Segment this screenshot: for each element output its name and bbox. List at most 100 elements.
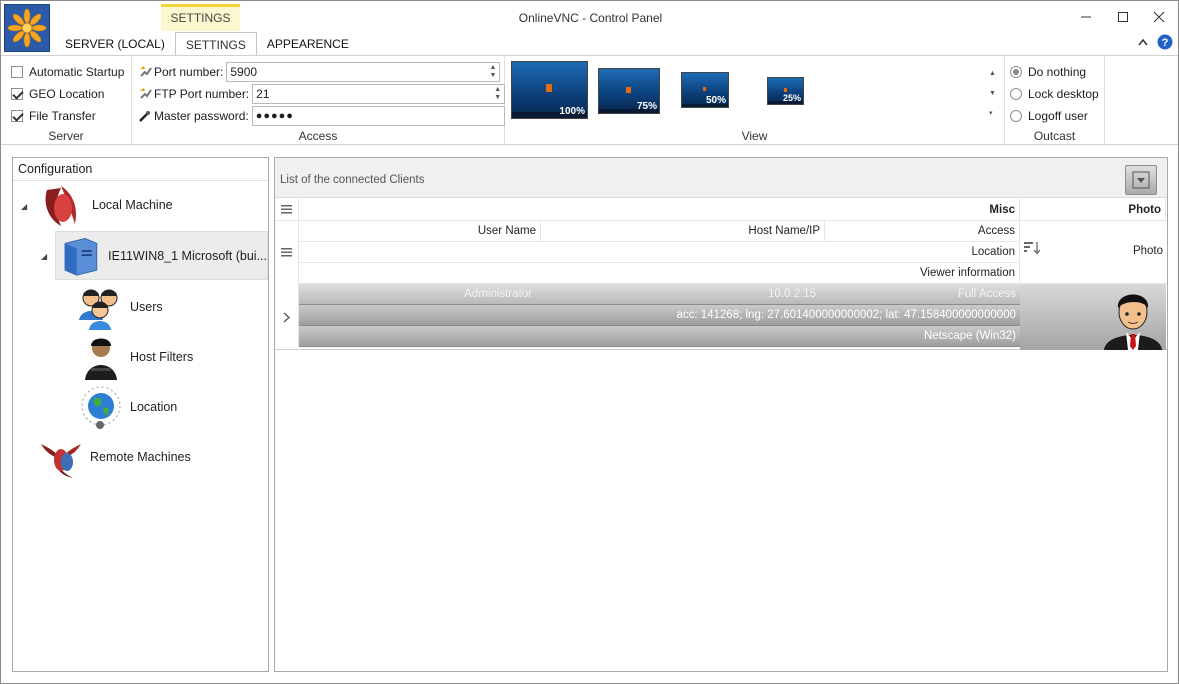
app-window: SETTINGS OnlineVNC - Control Panel ? SER… [0, 0, 1179, 684]
spin-buttons[interactable]: ▲ ▼ [489, 64, 496, 80]
customize-dropdown-button[interactable] [1125, 165, 1157, 195]
master-password-value: ●●●●● [255, 110, 294, 122]
tree-node-location[interactable]: Location [77, 384, 177, 430]
port-number-input[interactable]: 5900 ▲ ▼ [226, 62, 501, 82]
group-label: View [741, 129, 768, 143]
band-chooser-icon[interactable] [275, 199, 299, 221]
user-avatar-icon [1104, 294, 1162, 350]
ftp-port-value: 21 [256, 87, 270, 101]
clients-panel: List of the connected Clients Misc Photo… [274, 157, 1168, 672]
column-header-access[interactable]: Access [825, 221, 1020, 242]
start-orb-icon [626, 86, 631, 93]
thumbnail-label: 50% [705, 95, 726, 106]
radio-circle [1010, 110, 1022, 122]
server-group: Automatic Startup GEO Location File Tran… [1, 56, 132, 145]
tree-node-host-filters[interactable]: Host Filters [77, 334, 193, 380]
view-thumbnail-75[interactable]: 75% [598, 68, 660, 114]
group-label: Access [298, 129, 338, 143]
collapse-arrow-icon[interactable]: ◢ [21, 202, 27, 211]
tab-settings[interactable]: SETTINGS [174, 32, 257, 56]
do-nothing-radio[interactable]: Do nothing [1010, 63, 1086, 81]
tree-node-local-machine[interactable]: Local Machine [41, 182, 173, 228]
checkbox-label: GEO Location [29, 87, 105, 101]
host-filters-icon [85, 338, 117, 380]
thumbnail-label: 75% [636, 101, 657, 112]
radio-label: Logoff user [1028, 109, 1088, 123]
configuration-tree: Configuration ◢ Local Machine ◢ IE11WIN8… [12, 157, 269, 672]
tree-node-label: Remote Machines [90, 450, 191, 464]
automatic-startup-checkbox[interactable]: Automatic Startup [11, 63, 124, 81]
tab-appearence[interactable]: APPEARENCE [257, 32, 359, 56]
view-thumbnail-25[interactable]: 25% [767, 77, 804, 105]
globe-icon [81, 386, 121, 429]
band-misc-header[interactable]: Misc [299, 199, 1020, 221]
tree-node-label: IE11WIN8_1 Microsoft (bui... [108, 248, 267, 263]
spin-buttons[interactable]: ▲ ▼ [494, 86, 501, 102]
tree-node-label: Host Filters [130, 350, 194, 364]
cell-user-name: Administrator [464, 288, 532, 300]
band-photo-header[interactable]: Photo [1020, 199, 1166, 221]
cell-viewer: Netscape (Win32) [299, 326, 1020, 347]
maximize-button[interactable] [1105, 3, 1141, 31]
table-row[interactable]: Administrator 10.0.2.15 Full Access acc:… [275, 284, 1167, 350]
access-group: Port number: 5900 ▲ ▼ FTP Port number: 21… [132, 56, 506, 145]
column-header-photo-area[interactable]: Photo [1020, 221, 1167, 284]
tree-node-label: Users [130, 300, 163, 314]
checkbox-box [11, 66, 23, 78]
master-password-field: Master password: ●●●●● [138, 106, 505, 126]
cell-host: 10.0.2.15 [768, 288, 816, 300]
radio-label: Do nothing [1028, 65, 1087, 79]
master-password-input[interactable]: ●●●●● [251, 106, 505, 126]
cell-access: Full Access [957, 288, 1016, 300]
checkbox-box [11, 88, 23, 100]
view-thumbnail-50[interactable]: 50% [681, 72, 729, 108]
tree-node-computer[interactable]: IE11WIN8_1 Microsoft (bui... [55, 231, 268, 280]
clients-caption: List of the connected Clients [280, 174, 425, 186]
view-thumbnail-100[interactable]: 100% [511, 61, 588, 119]
checkbox-box [11, 110, 23, 122]
svg-text:?: ? [1162, 37, 1169, 49]
column-header-user-name[interactable]: User Name [299, 221, 541, 242]
column-header-viewer[interactable]: Viewer information [299, 263, 1020, 284]
ftp-port-field: FTP Port number: 21 ▲ ▼ [138, 84, 506, 104]
tree-node-label: Local Machine [92, 198, 173, 212]
app-logo-icon[interactable] [4, 4, 50, 52]
radio-label: Lock desktop [1028, 87, 1099, 101]
column-header-photo: Photo [1132, 245, 1163, 257]
collapse-arrow-icon[interactable]: ◢ [41, 252, 47, 261]
tree-node-remote-machines[interactable]: Remote Machines [37, 434, 191, 480]
tree-node-users[interactable]: Users [77, 284, 163, 330]
logoff-user-radio[interactable]: Logoff user [1010, 107, 1088, 125]
file-transfer-checkbox[interactable]: File Transfer [11, 107, 96, 125]
thumbnail-label: 25% [782, 93, 801, 103]
geo-location-checkbox[interactable]: GEO Location [11, 85, 104, 103]
column-header-host[interactable]: Host Name/IP [541, 221, 825, 242]
computer-icon [64, 237, 98, 276]
minimize-button[interactable] [1068, 3, 1104, 31]
view-group: 100% 75% 50% 25% ▲ ▼ ▾ View [505, 56, 1005, 145]
outcast-group: Do nothing Lock desktop Logoff user Outc… [1005, 56, 1105, 145]
checkbox-label: File Transfer [29, 109, 96, 123]
plug-icon [140, 88, 152, 99]
ftp-port-input[interactable]: 21 ▲ ▼ [252, 84, 506, 104]
column-header-location[interactable]: Location [299, 242, 1020, 263]
tree-header: Configuration [13, 158, 268, 181]
tab-server-local[interactable]: SERVER (LOCAL) [55, 32, 175, 56]
help-icon[interactable]: ? [1147, 29, 1179, 55]
users-icon [79, 289, 118, 330]
group-label: Outcast [1033, 129, 1076, 143]
lock-desktop-radio[interactable]: Lock desktop [1010, 85, 1099, 103]
thumbnail-label: 100% [559, 106, 585, 117]
sort-descending-icon[interactable] [1024, 241, 1040, 255]
cell-photo [1020, 284, 1166, 350]
ribbon-tabs: SERVER (LOCAL) SETTINGS APPEARENCE [55, 32, 359, 56]
gallery-scroll-buttons[interactable]: ▲ ▼ ▾ [989, 64, 996, 124]
remote-machines-icon [41, 444, 81, 478]
chevron-down-icon [1132, 171, 1150, 189]
close-button[interactable] [1141, 3, 1177, 31]
row-indicator-icon[interactable] [275, 284, 299, 350]
cell-location: acc: 141268; lng: 27.601400000000002; la… [299, 305, 1020, 326]
column-chooser-icon[interactable] [275, 221, 299, 284]
key-icon [139, 111, 150, 122]
port-number-field: Port number: 5900 ▲ ▼ [138, 62, 501, 82]
